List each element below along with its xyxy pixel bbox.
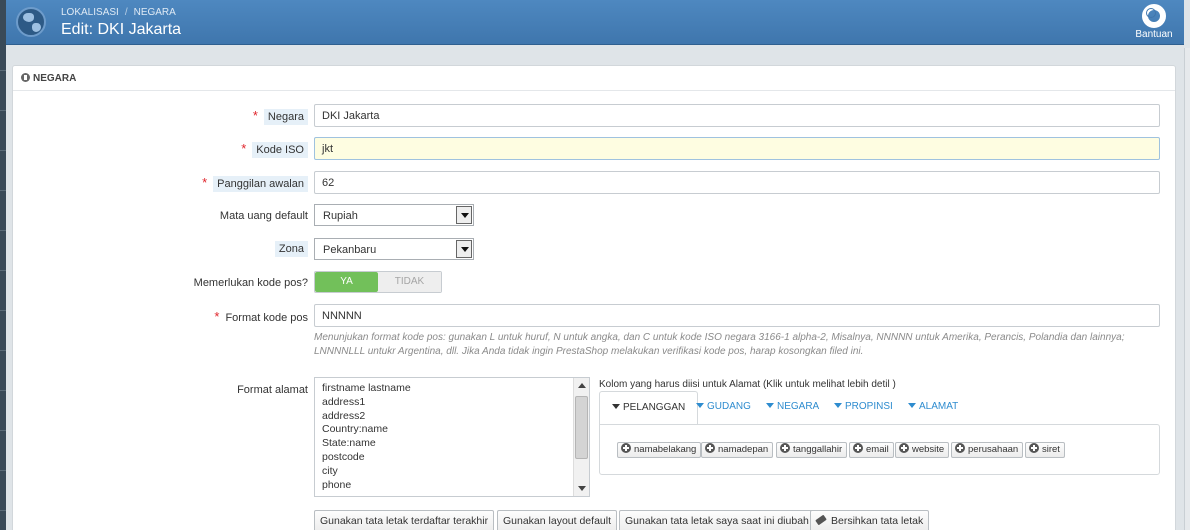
required-marker: *	[214, 309, 220, 324]
country-label: * Negara	[252, 108, 308, 125]
zone-label: Zona	[274, 241, 308, 257]
iso-label-text: Kode ISO	[252, 142, 308, 158]
breadcrumb-separator: /	[124, 7, 128, 18]
zip-format-help-line2: LNNNNLLL untukr Argentina, dll. Jika And…	[314, 346, 864, 357]
needs-zip-label: Memerlukan kode pos?	[193, 277, 308, 289]
required-marker: *	[241, 141, 247, 156]
field-button-namabelakang[interactable]: namabelakang	[617, 442, 702, 458]
use-current-layout-button[interactable]: Gunakan tata letak saya saat ini diubah	[619, 510, 815, 530]
plus-circle-icon	[1029, 443, 1039, 453]
address-line: city	[322, 464, 338, 477]
call-prefix-label: * Panggilan awalan	[202, 175, 308, 192]
field-button-label: perusahaan	[968, 444, 1019, 455]
field-button-label: tanggallahir	[793, 444, 843, 455]
breadcrumb: LOKALISASI / NEGARA	[61, 7, 176, 18]
iso-label: * Kode ISO	[241, 141, 308, 158]
address-fields-tabs: PELANGGAN GUDANG NEGARA PROPINSI ALAMAT	[599, 391, 1160, 425]
plus-circle-icon	[780, 443, 790, 453]
globe-icon	[16, 7, 46, 37]
address-line: postcode	[322, 450, 365, 463]
breadcrumb-item-lokalisasi[interactable]: LOKALISASI	[61, 7, 119, 18]
currency-label: Mata uang default	[219, 210, 308, 222]
field-button-label: website	[912, 444, 945, 455]
page-title: Edit: DKI Jakarta	[61, 21, 182, 38]
zone-label-text: Zona	[274, 241, 308, 257]
address-fields-heading: Kolom yang harus diisi untuk Alamat (Kli…	[599, 379, 896, 390]
currency-select[interactable]: Rupiah	[314, 204, 474, 226]
field-button-label: namabelakang	[634, 444, 697, 455]
needs-zip-toggle[interactable]: YA TIDAK	[314, 271, 442, 293]
field-button-email[interactable]: email	[849, 442, 894, 458]
address-line: State:name	[322, 437, 376, 450]
zip-format-label: * Format kode pos	[214, 309, 308, 324]
zone-select[interactable]: Pekanbaru	[314, 238, 474, 260]
page-header: LOKALISASI / NEGARA Edit: DKI Jakarta Bant…	[6, 0, 1184, 45]
panel-heading: NEGARA	[13, 66, 1175, 91]
plus-circle-icon	[899, 443, 909, 453]
plus-circle-icon	[705, 443, 715, 453]
toggle-no[interactable]: TIDAK	[378, 272, 441, 292]
toggle-yes[interactable]: YA	[315, 272, 378, 292]
field-button-tanggallahir[interactable]: tanggallahir	[776, 442, 848, 458]
tab-alamat[interactable]: ALAMAT	[908, 391, 958, 425]
plus-circle-icon	[955, 443, 965, 453]
zip-format-help: Menunjukan format kode pos: gunakan L un…	[314, 331, 1144, 359]
address-line: phone	[322, 478, 352, 491]
field-button-label: siret	[1042, 444, 1060, 455]
help-label: Bantuan	[1135, 29, 1173, 40]
iso-code-input[interactable]: jkt	[314, 137, 1160, 160]
help-button[interactable]: Bantuan	[1132, 4, 1176, 40]
field-button-namadepan[interactable]: namadepan	[701, 442, 774, 458]
field-button-label: email	[866, 444, 889, 455]
scroll-down-arrow-icon[interactable]	[578, 486, 586, 491]
plus-circle-icon	[853, 443, 863, 453]
call-prefix-label-text: Panggilan awalan	[213, 176, 308, 192]
country-label-text: Negara	[263, 109, 308, 125]
call-prefix-input[interactable]: 62	[314, 171, 1160, 194]
clear-layout-label: Bersihkan tata letak	[831, 515, 924, 527]
left-sidebar-strip	[0, 0, 6, 530]
address-format-textarea[interactable]: firstname lastname address1 address2 Cou…	[314, 377, 590, 497]
zip-format-input[interactable]: NNNNN	[314, 304, 1160, 327]
tab-propinsi[interactable]: PROPINSI	[834, 391, 893, 425]
info-circle-icon	[21, 73, 30, 82]
required-marker: *	[252, 108, 258, 123]
tab-pelanggan[interactable]: PELANGGAN	[599, 391, 699, 425]
address-line: address2	[322, 409, 366, 422]
country-name-input[interactable]: DKI Jakarta	[314, 104, 1160, 127]
plus-circle-icon	[621, 443, 631, 453]
address-line: Country:name	[322, 423, 388, 436]
panel-heading-text: NEGARA	[33, 73, 77, 84]
chevron-down-icon	[456, 240, 472, 258]
address-format-label: Format alamat	[237, 384, 308, 396]
field-button-siret[interactable]: siret	[1025, 442, 1065, 458]
zip-format-label-text: Format kode pos	[225, 312, 308, 324]
right-scrollbar[interactable]	[1184, 48, 1190, 530]
address-fields-pane: namabelakang namadepan tanggallahir emai…	[599, 424, 1160, 475]
scroll-up-arrow-icon[interactable]	[578, 383, 586, 388]
zip-format-help-line1: Menunjukan format kode pos: gunakan L un…	[314, 332, 1125, 343]
zone-select-value: Pekanbaru	[323, 244, 377, 256]
use-default-layout-button[interactable]: Gunakan layout default	[497, 510, 617, 530]
clear-layout-button[interactable]: Bersihkan tata letak	[810, 510, 930, 530]
field-button-perusahaan[interactable]: perusahaan	[951, 442, 1024, 458]
breadcrumb-item-negara[interactable]: NEGARA	[134, 7, 176, 18]
eraser-icon	[815, 514, 827, 526]
chevron-down-icon	[456, 206, 472, 224]
textarea-scrollbar[interactable]	[573, 378, 589, 496]
tab-negara[interactable]: NEGARA	[766, 391, 819, 425]
lifebuoy-icon	[1142, 4, 1166, 28]
scroll-thumb[interactable]	[575, 396, 588, 459]
address-line: address1	[322, 395, 366, 408]
field-button-website[interactable]: website	[895, 442, 950, 458]
required-marker: *	[202, 175, 208, 190]
use-last-registered-layout-button[interactable]: Gunakan tata letak terdaftar terakhir	[314, 510, 495, 530]
address-line: firstname lastname	[322, 382, 411, 394]
field-button-label: namadepan	[718, 444, 769, 455]
country-panel: NEGARA * Negara DKI Jakarta * Kode ISO jkt…	[12, 65, 1176, 530]
tab-gudang[interactable]: GUDANG	[696, 391, 751, 425]
currency-select-value: Rupiah	[323, 210, 358, 222]
